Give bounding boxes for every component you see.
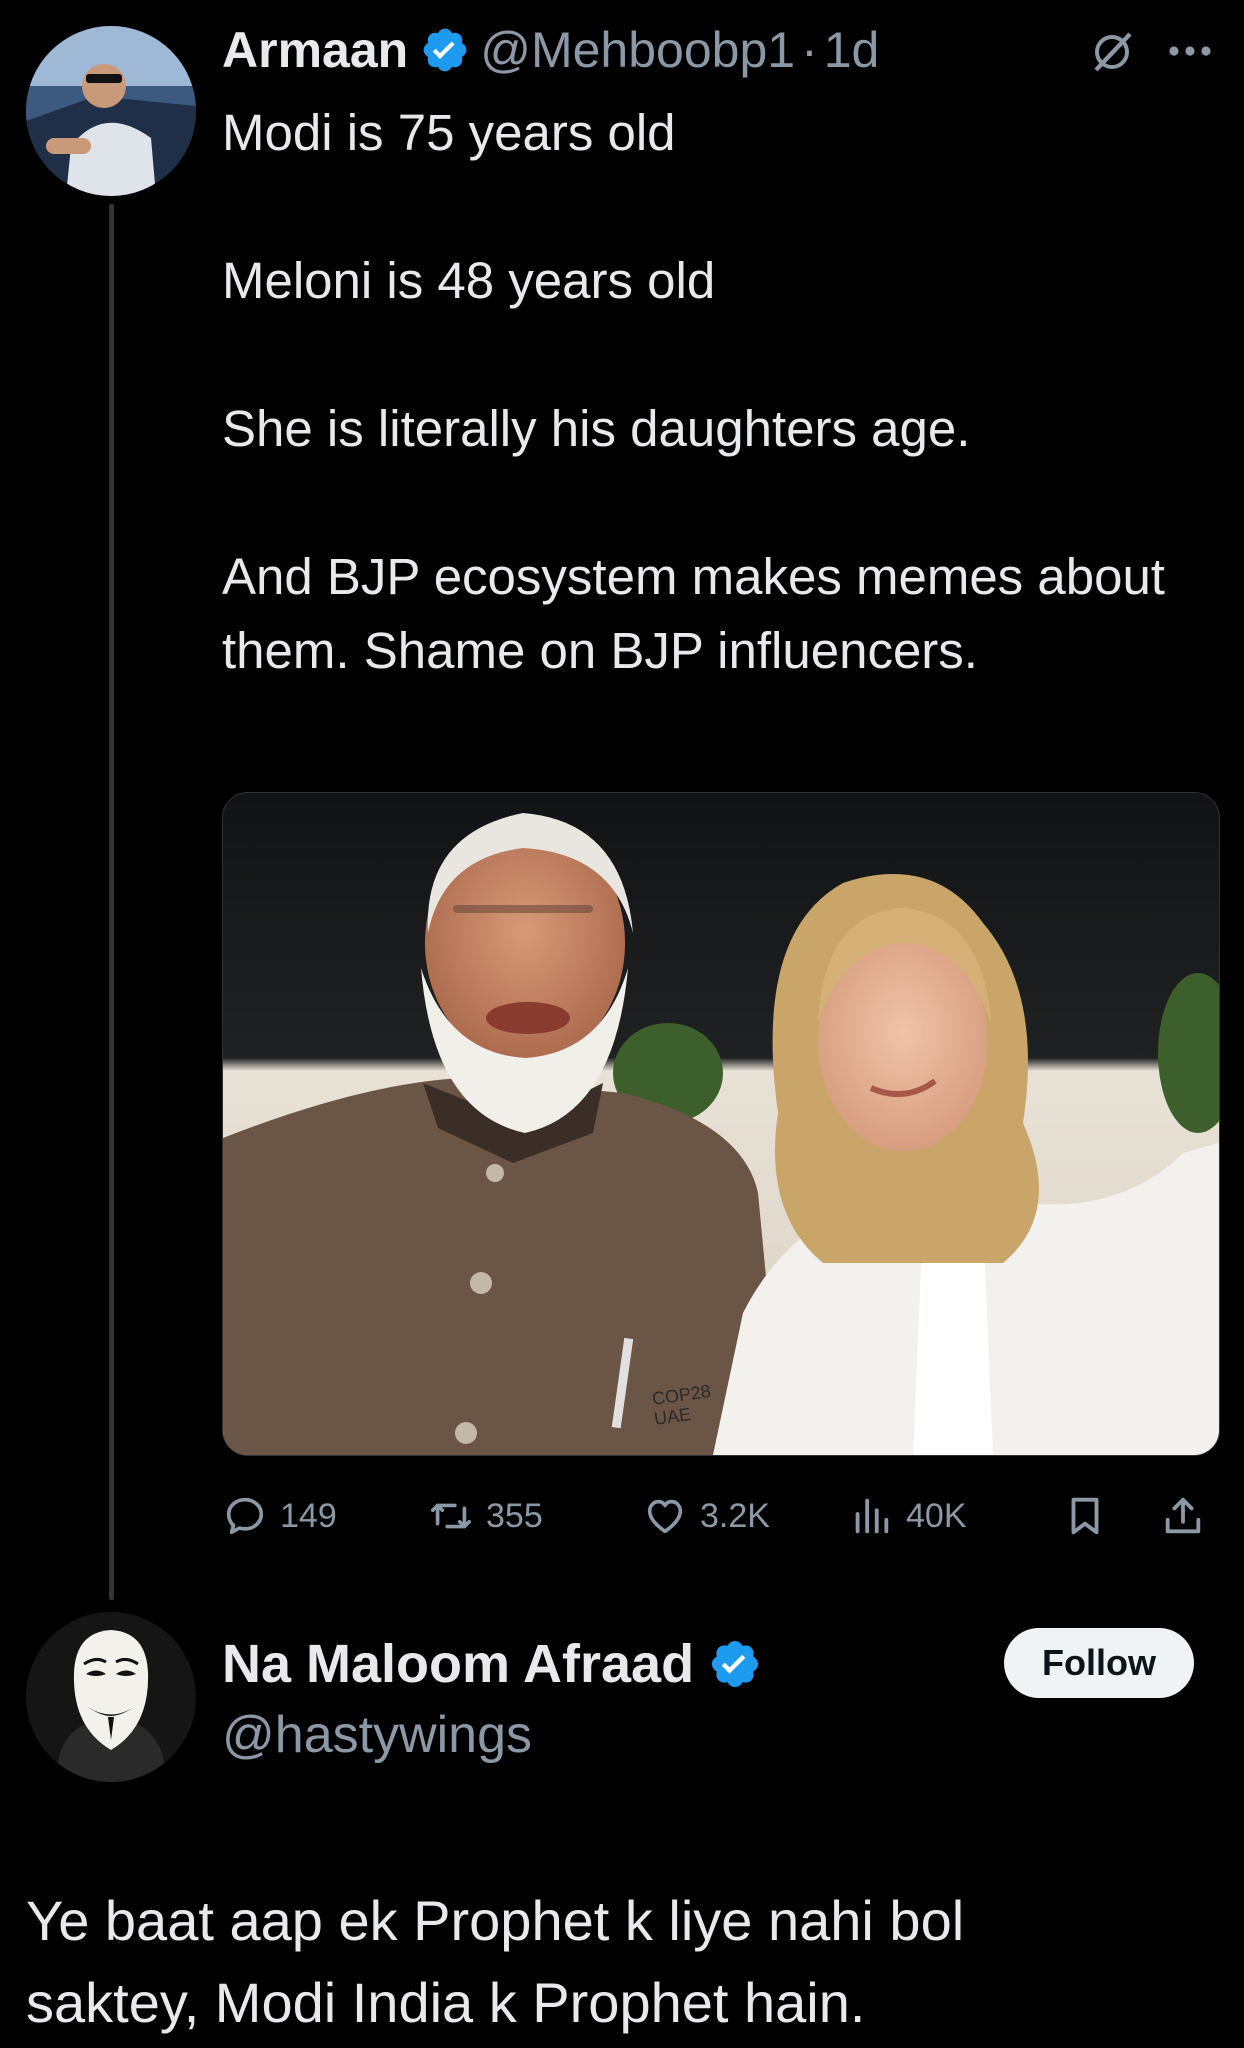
header-separator: · (801, 22, 818, 78)
verified-badge-icon[interactable] (420, 25, 470, 75)
tweet-paragraph: She is literally his daughters age. (222, 400, 971, 457)
grok-icon[interactable] (1088, 28, 1136, 76)
avatar-photo (26, 26, 196, 196)
reply-author-avatar[interactable] (26, 1612, 196, 1782)
author-handle[interactable]: @Mehboobp1 (480, 18, 795, 82)
tweet-timestamp[interactable]: 1d (824, 18, 880, 82)
thread-connector-line (109, 204, 114, 1600)
tweet-paragraph: Modi is 75 years old (222, 104, 676, 161)
tweet-media-photo[interactable]: COP28 UAE (222, 792, 1220, 1456)
tweet-header: Armaan @Mehboobp1 · 1d (222, 18, 879, 82)
views-icon (855, 1498, 889, 1534)
reply-author-name-row: Na Maloom Afraad (222, 1626, 772, 1702)
like-count: 3.2K (700, 1496, 770, 1535)
masked-avatar (26, 1612, 196, 1782)
tweet-text: Modi is 75 years old Meloni is 48 years … (222, 96, 1222, 688)
author-avatar[interactable] (26, 26, 196, 196)
bookmark-button[interactable] (1062, 1486, 1120, 1546)
verified-badge-icon[interactable] (708, 1637, 762, 1691)
reply-author-handle[interactable]: @hastywings (222, 1700, 532, 1770)
tweet-paragraph: And BJP ecosystem makes memes about them… (222, 548, 1165, 679)
tweet-actions-bar: 149 355 3.2K 40K (222, 1486, 1222, 1546)
views-count: 40K (906, 1496, 967, 1535)
reply-text-line: Ye baat aap ek Prophet k liye nahi bol (26, 1889, 965, 1952)
reply-icon (226, 1497, 264, 1535)
heart-icon (647, 1499, 683, 1534)
views-button[interactable]: 40K (848, 1486, 967, 1546)
share-button[interactable] (1160, 1486, 1218, 1546)
share-icon (1165, 1497, 1201, 1534)
more-icon[interactable] (1162, 26, 1218, 76)
reply-count: 149 (280, 1496, 337, 1535)
reply-author-display-name[interactable]: Na Maloom Afraad (222, 1633, 694, 1695)
like-button[interactable]: 3.2K (642, 1486, 770, 1546)
reply-button[interactable]: 149 (222, 1486, 337, 1546)
repost-icon (430, 1503, 472, 1529)
bookmark-icon (1071, 1497, 1099, 1535)
tweet-paragraph: Meloni is 48 years old (222, 252, 716, 309)
repost-count: 355 (486, 1496, 543, 1535)
repost-button[interactable]: 355 (428, 1486, 543, 1546)
reply-text-line: saktey, Modi India k Prophet hain. (26, 1971, 866, 2034)
follow-button[interactable]: Follow (1004, 1628, 1194, 1698)
selfie-photo: COP28 UAE (223, 793, 1219, 1455)
author-display-name[interactable]: Armaan (222, 18, 408, 82)
reply-text: Ye baat aap ek Prophet k liye nahi bol s… (26, 1880, 1226, 2044)
